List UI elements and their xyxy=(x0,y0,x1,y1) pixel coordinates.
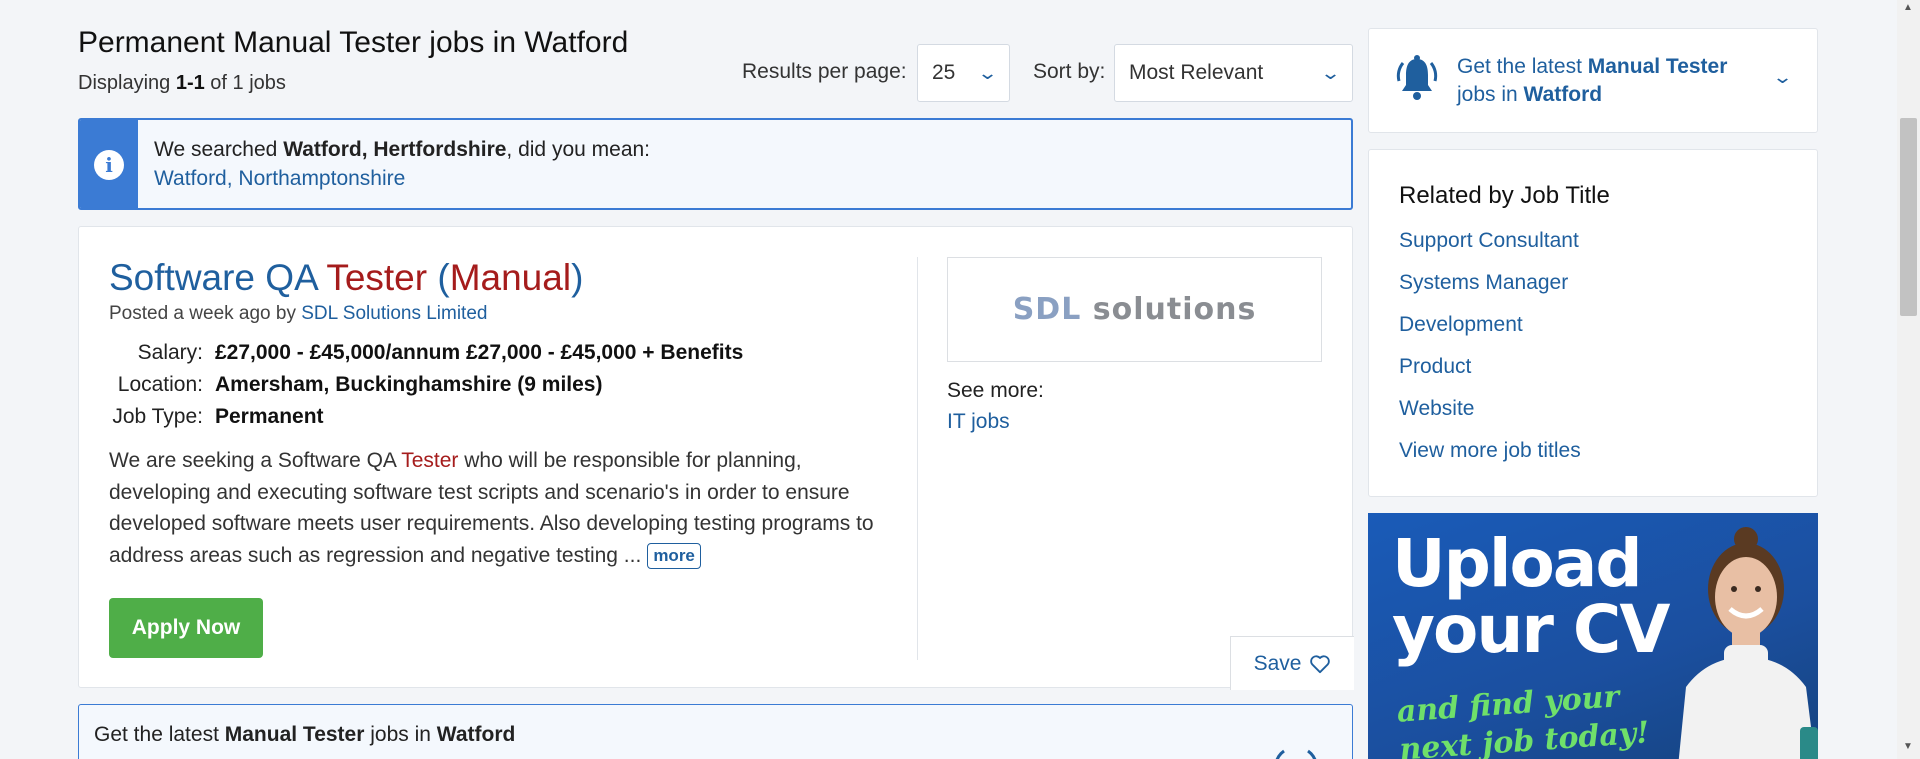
info-icon: i xyxy=(94,150,124,180)
job-card: Software QA Tester (Manual) Posted a wee… xyxy=(78,226,1354,690)
company-logo-text: SDL solutions xyxy=(1012,292,1257,327)
card-divider xyxy=(917,257,918,660)
related-link-website[interactable]: Website xyxy=(1399,397,1474,420)
suggestion-prefix: We searched xyxy=(154,138,284,161)
sort-by-value: Most Relevant xyxy=(1129,61,1264,84)
results-count: Displaying 1-1 of 1 jobs xyxy=(78,72,286,95)
location-value: Amersham, Buckinghamshire (9 miles) xyxy=(215,373,603,396)
view-more-job-titles-link[interactable]: View more job titles xyxy=(1399,439,1581,462)
location-suggestion-box: i We searched Watford, Hertfordshire, di… xyxy=(78,118,1353,210)
results-per-page-value: 25 xyxy=(932,61,956,84)
related-job-titles: Related by Job Title Support Consultant … xyxy=(1368,149,1818,497)
posted-text: Posted a week ago by xyxy=(109,303,302,324)
heart-icon xyxy=(1310,654,1331,673)
job-alert-banner[interactable]: Get the latest Manual Tester jobs in Wat… xyxy=(78,704,1353,759)
results-per-page-label: Results per page: xyxy=(742,60,907,83)
job-alert-banner-text: Get the latest Manual Tester jobs in Wat… xyxy=(94,723,516,746)
job-title-link[interactable]: Software QA Tester (Manual) xyxy=(109,257,583,299)
related-link-product[interactable]: Product xyxy=(1399,355,1471,378)
chevron-down-icon: ⌄ xyxy=(976,62,999,83)
related-title: Related by Job Title xyxy=(1399,182,1610,209)
job-title-part: ) xyxy=(571,257,584,298)
related-item: Systems Manager xyxy=(1399,270,1581,312)
sort-by-select[interactable]: Most Relevant ⌄ xyxy=(1114,44,1353,102)
job-title-keyword: Tester xyxy=(326,257,428,298)
apply-now-button[interactable]: Apply Now xyxy=(109,598,263,658)
results-per-page-select[interactable]: 25 ⌄ xyxy=(917,44,1010,102)
bell-icon xyxy=(1275,749,1317,759)
suggested-location-link[interactable]: Watford, Northamptonshire xyxy=(154,167,405,191)
company-logo[interactable]: SDL solutions xyxy=(947,257,1322,362)
chevron-down-icon: ⌄ xyxy=(1319,62,1342,83)
person-illustration xyxy=(1678,527,1818,759)
company-link[interactable]: SDL Solutions Limited xyxy=(301,303,487,324)
related-list: Support Consultant Systems Manager Devel… xyxy=(1399,228,1581,480)
scrollbar-thumb[interactable] xyxy=(1900,118,1917,316)
job-description: We are seeking a Software QA Tester who … xyxy=(109,445,889,571)
related-item: Support Consultant xyxy=(1399,228,1581,270)
salary-label: Salary: xyxy=(137,341,203,364)
page-title: Permanent Manual Tester jobs in Watford xyxy=(78,26,629,59)
results-count-suffix: of 1 jobs xyxy=(204,72,286,94)
job-alert-text: Get the latest Manual Tester jobs in Wat… xyxy=(1457,55,1728,106)
results-count-range: 1-1 xyxy=(175,72,205,94)
chevron-down-icon: ⌄ xyxy=(1771,67,1794,87)
ad-tagline: and find your next job today! xyxy=(1395,679,1651,759)
job-type-row: Job Type: Permanent xyxy=(109,405,324,429)
job-title-keyword: Manual xyxy=(449,257,572,298)
job-alert-dropdown[interactable]: Get the latest Manual Tester jobs in Wat… xyxy=(1368,28,1818,133)
posted-info: Posted a week ago by SDL Solutions Limit… xyxy=(109,303,487,325)
scroll-up-arrow-icon[interactable]: ▲ xyxy=(1903,2,1913,13)
save-label: Save xyxy=(1253,651,1302,675)
upload-cv-ad[interactable]: Upload your CV and find your next job toda… xyxy=(1368,513,1818,759)
page-scrollbar[interactable]: ▲ ▼ xyxy=(1897,0,1920,759)
desc-text: We are seeking a Software QA xyxy=(109,449,402,472)
location-row: Location: Amersham, Buckinghamshire (9 m… xyxy=(109,373,603,397)
results-count-prefix: Displaying xyxy=(78,72,176,94)
related-item: View more job titles xyxy=(1399,438,1581,480)
scroll-down-arrow-icon[interactable]: ▼ xyxy=(1903,741,1913,752)
save-job-button[interactable]: Save xyxy=(1230,636,1354,690)
location-suggestion-text: We searched Watford, Hertfordshire, did … xyxy=(154,138,650,162)
job-title-part: Software QA xyxy=(109,257,327,298)
job-type-label: Job Type: xyxy=(112,405,203,428)
bell-icon xyxy=(1396,55,1438,100)
ad-headline: Upload your CV xyxy=(1392,525,1670,668)
related-link-support-consultant[interactable]: Support Consultant xyxy=(1399,229,1579,252)
salary-value: £27,000 - £45,000/annum £27,000 - £45,00… xyxy=(215,341,744,364)
job-title-part: ( xyxy=(427,257,450,298)
related-link-systems-manager[interactable]: Systems Manager xyxy=(1399,271,1568,294)
job-type-value: Permanent xyxy=(215,405,324,428)
it-jobs-link[interactable]: IT jobs xyxy=(947,410,1010,434)
related-item: Product xyxy=(1399,354,1581,396)
location-label: Location: xyxy=(117,373,203,396)
related-link-development[interactable]: Development xyxy=(1399,313,1523,336)
related-item: Development xyxy=(1399,312,1581,354)
see-more-label: See more: xyxy=(947,379,1044,402)
more-button[interactable]: more xyxy=(647,542,701,569)
related-item: Website xyxy=(1399,396,1581,438)
searched-location: Watford, Hertfordshire xyxy=(283,138,507,161)
desc-keyword: Tester xyxy=(401,449,459,472)
sort-by-label: Sort by: xyxy=(1033,60,1106,83)
salary-row: Salary: £27,000 - £45,000/annum £27,000 … xyxy=(109,341,744,365)
suggestion-suffix: , did you mean: xyxy=(506,138,651,161)
